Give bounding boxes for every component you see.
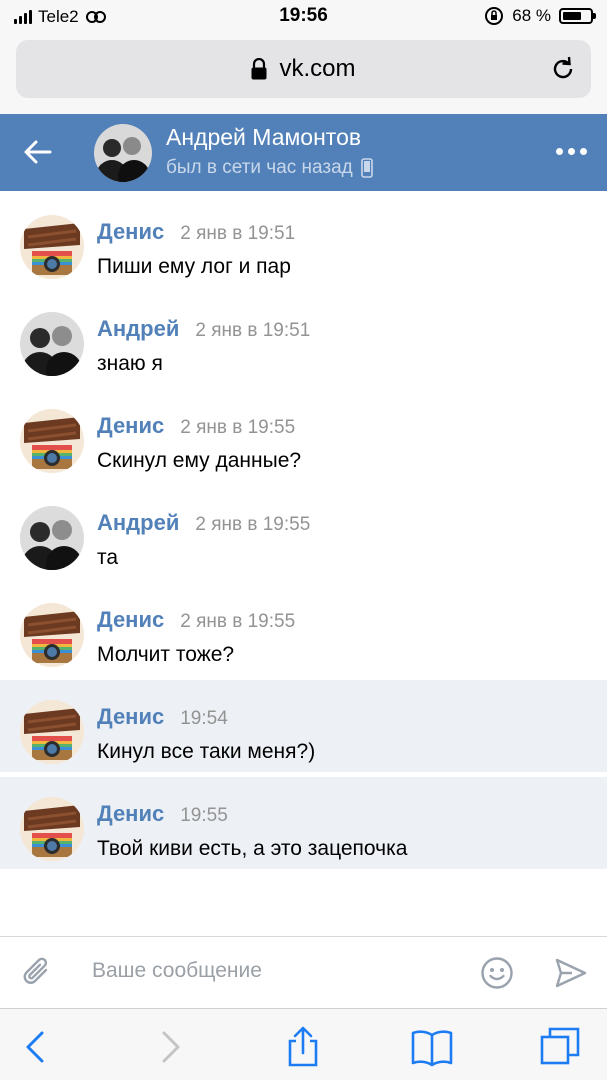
message-header: Андрей 2 янв в 19:55	[97, 510, 310, 536]
message-author[interactable]: Денис	[97, 704, 164, 730]
denis-avatar[interactable]	[20, 700, 84, 764]
message-row[interactable]: Денис 2 янв в 19:55 Молчит тоже?	[0, 599, 607, 679]
message-time: 2 янв в 19:51	[180, 223, 296, 244]
message-row[interactable]: Денис 19:54 Кинул все таки меня?)	[0, 680, 607, 772]
message-row[interactable]: Денис 19:55 Твой киви есть, а это зацепочк…	[0, 777, 607, 869]
message-author[interactable]: Денис	[97, 219, 164, 245]
message-header: Денис 2 янв в 19:55	[97, 607, 295, 633]
send-icon[interactable]	[554, 956, 588, 990]
mobile-device-icon	[360, 158, 373, 178]
message-header: Денис 19:54	[97, 704, 228, 730]
message-author[interactable]: Денис	[97, 413, 164, 439]
status-bar: Tele2 19:56 68 %	[0, 0, 607, 34]
message-row[interactable]: Андрей 2 янв в 19:55 та	[0, 502, 607, 582]
denis-avatar[interactable]	[20, 215, 84, 279]
message-time: 19:55	[180, 805, 228, 826]
message-row[interactable]: Денис 2 янв в 19:51 Пиши ему лог и пар	[0, 211, 607, 291]
browser-forward-icon[interactable]	[148, 1025, 192, 1069]
message-header: Денис 19:55	[97, 801, 228, 827]
chat-header: Андрей Мамонтов был в сети час назад	[0, 114, 607, 191]
message-list: Денис 2 янв в 19:51 Пиши ему лог и пар Андр…	[0, 191, 607, 936]
message-input[interactable]	[92, 959, 452, 983]
header-avatar[interactable]	[94, 124, 152, 182]
lock-icon	[251, 58, 267, 80]
back-arrow-icon[interactable]	[22, 136, 54, 168]
paperclip-icon[interactable]	[20, 955, 54, 989]
more-options-icon[interactable]	[556, 148, 587, 155]
url-text: vk.com	[279, 55, 356, 82]
browser-toolbar	[0, 1008, 607, 1080]
status-right: 68 %	[484, 6, 596, 26]
message-time: 2 янв в 19:55	[195, 514, 311, 535]
battery-icon	[559, 8, 596, 24]
message-text: Пиши ему лог и пар	[97, 255, 291, 278]
message-row[interactable]: Денис 2 янв в 19:55 Скинул ему данные?	[0, 405, 607, 485]
denis-avatar[interactable]	[20, 603, 84, 667]
message-text: Кинул все таки меня?)	[97, 740, 316, 763]
message-time: 2 янв в 19:55	[180, 417, 296, 438]
browser-address-area: vk.com	[0, 34, 607, 114]
message-composer	[0, 936, 607, 1008]
denis-avatar[interactable]	[20, 409, 84, 473]
last-seen-text: был в сети час назад	[166, 157, 353, 178]
andrey-avatar[interactable]	[20, 506, 84, 570]
smile-icon[interactable]	[480, 956, 514, 990]
andrey-avatar[interactable]	[20, 312, 84, 376]
tabs-icon[interactable]	[538, 1025, 582, 1069]
message-time: 2 янв в 19:51	[195, 320, 311, 341]
message-text: знаю я	[97, 352, 163, 375]
chat-status: был в сети час назад	[166, 157, 373, 179]
chat-title[interactable]: Андрей Мамонтов	[166, 124, 361, 151]
message-time: 2 янв в 19:55	[180, 611, 296, 632]
message-text: Молчит тоже?	[97, 643, 235, 666]
url-bar[interactable]: vk.com	[16, 40, 591, 98]
message-author[interactable]: Андрей	[97, 316, 179, 342]
message-author[interactable]: Денис	[97, 607, 164, 633]
share-icon[interactable]	[281, 1025, 325, 1069]
message-author[interactable]: Андрей	[97, 510, 179, 536]
message-header: Денис 2 янв в 19:51	[97, 219, 295, 245]
message-author[interactable]: Денис	[97, 801, 164, 827]
message-time: 19:54	[180, 708, 228, 729]
orientation-lock-icon	[485, 7, 504, 25]
message-header: Андрей 2 янв в 19:51	[97, 316, 310, 342]
message-row[interactable]: Андрей 2 янв в 19:51 знаю я	[0, 308, 607, 388]
message-header: Денис 2 янв в 19:55	[97, 413, 295, 439]
browser-back-icon[interactable]	[14, 1025, 58, 1069]
denis-avatar[interactable]	[20, 797, 84, 861]
bookmarks-icon[interactable]	[410, 1025, 454, 1069]
message-text: Твой киви есть, а это зацепочка	[97, 837, 408, 860]
battery-percent: 68 %	[512, 6, 551, 25]
reload-icon[interactable]	[549, 55, 577, 83]
message-text: та	[97, 546, 119, 569]
message-text: Скинул ему данные?	[97, 449, 302, 472]
